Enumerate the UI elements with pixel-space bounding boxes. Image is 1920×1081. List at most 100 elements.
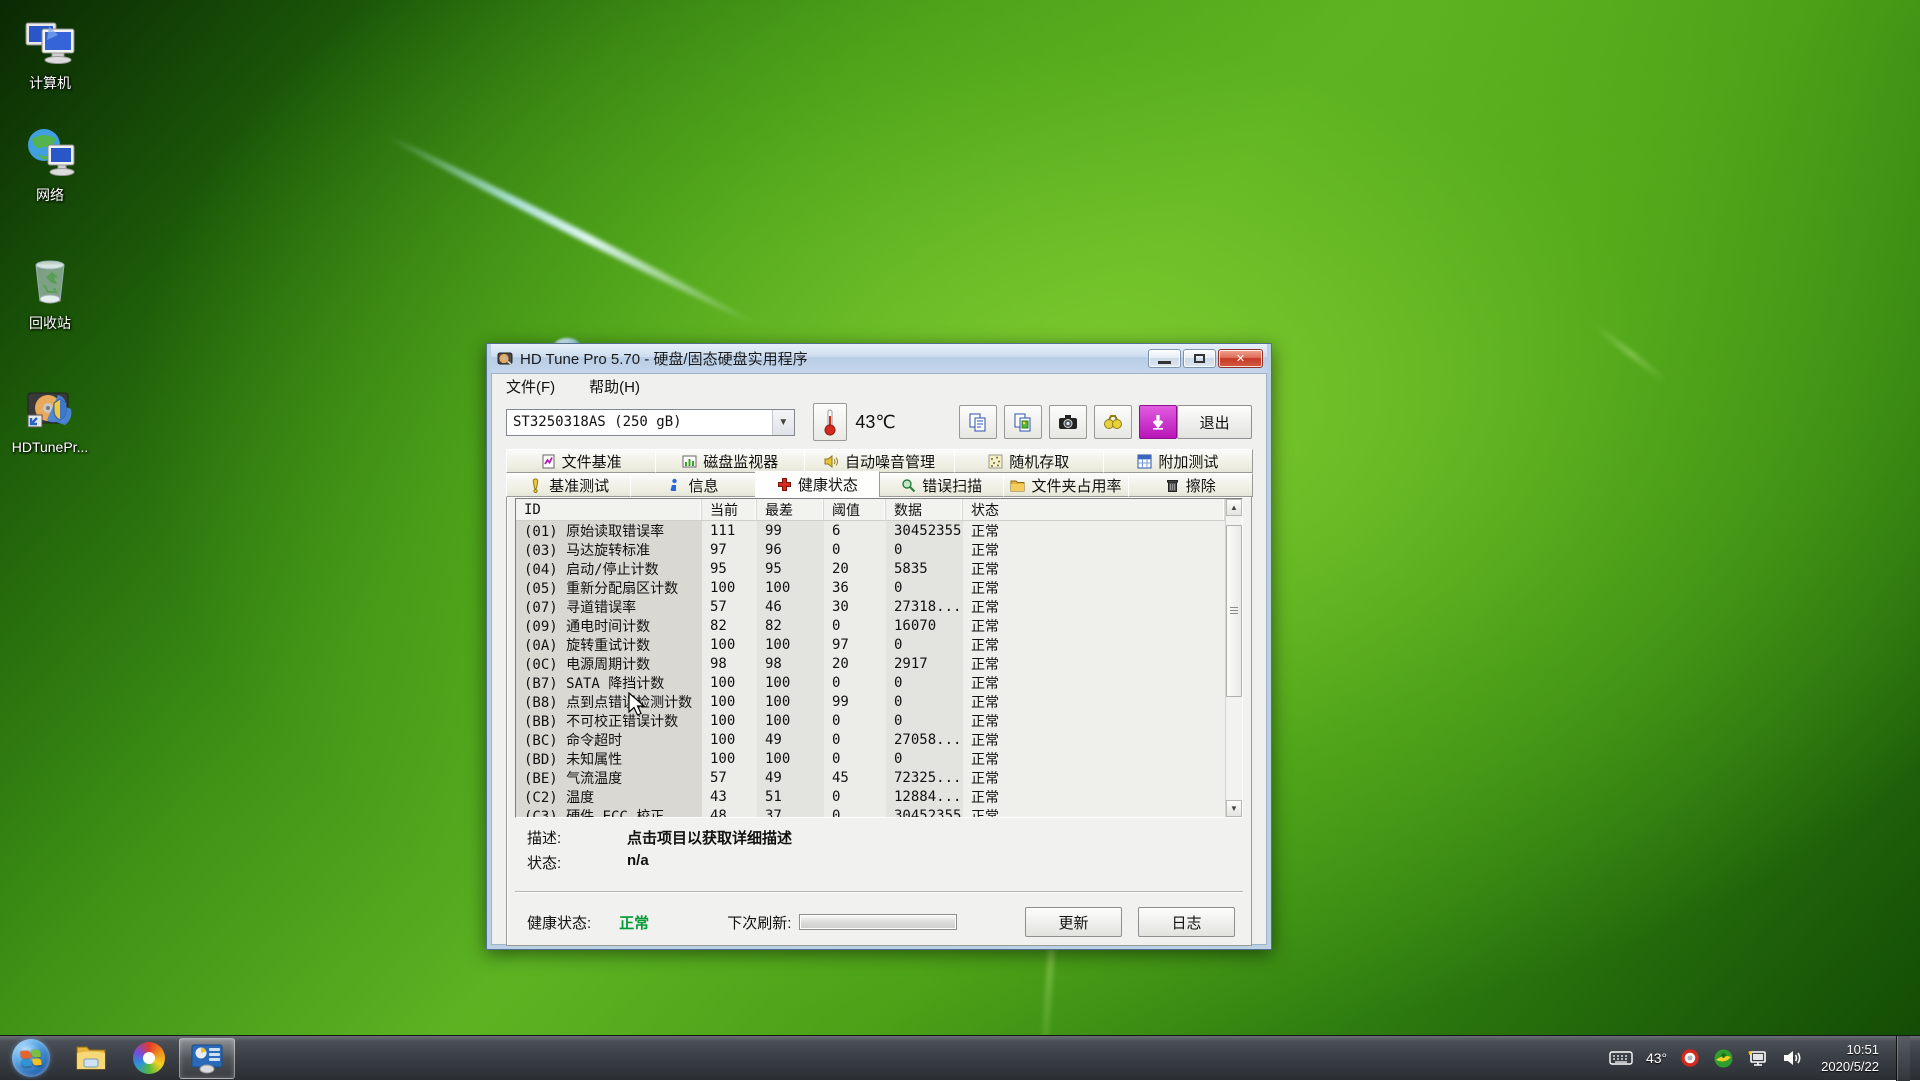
table-row[interactable]: (BD) 未知属性10010000正常: [516, 749, 1225, 768]
tray-volume-icon[interactable]: [1782, 1048, 1804, 1068]
toolbar: ST3250318AS (250 gB) ▼ 43℃: [492, 399, 1266, 449]
tab-file-benchmark[interactable]: 文件基准: [506, 449, 656, 473]
clock-time: 10:51: [1821, 1041, 1879, 1058]
tray-temperature[interactable]: 43°: [1646, 1050, 1667, 1066]
tab-random-access[interactable]: 随机存取: [954, 449, 1104, 473]
column-header-threshold[interactable]: 阈值: [824, 499, 886, 520]
table-cell: (05) 重新分配扇区计数: [516, 578, 702, 597]
taskbar-item-browser[interactable]: [121, 1038, 177, 1079]
log-button[interactable]: 日志: [1138, 907, 1235, 937]
desktop-icon-hdtune[interactable]: HDTunePr...: [2, 378, 98, 455]
column-header-worst[interactable]: 最差: [757, 499, 824, 520]
desktop-icon-network[interactable]: 网络: [2, 124, 98, 205]
table-row[interactable]: (B7) SATA 降挡计数10010000正常: [516, 673, 1225, 692]
table-row[interactable]: (05) 重新分配扇区计数100100360正常: [516, 578, 1225, 597]
table-row[interactable]: (B8) 点到点错误检测计数100100990正常: [516, 692, 1225, 711]
minimize-button[interactable]: [1148, 349, 1181, 368]
hdtune-app-icon: [21, 378, 79, 436]
table-row[interactable]: (04) 启动/停止计数9595205835正常: [516, 559, 1225, 578]
copy-image-button[interactable]: [1004, 405, 1042, 439]
column-header-data[interactable]: 数据: [886, 499, 963, 520]
scrollbar-track[interactable]: [1226, 516, 1242, 800]
screenshot-button[interactable]: [1049, 405, 1087, 439]
scrollbar-thumb[interactable]: [1226, 525, 1242, 697]
table-row[interactable]: (C3) 硬件 ECC 校正4837030452355正常: [516, 806, 1225, 817]
column-header-status[interactable]: 状态: [963, 499, 1225, 520]
table-cell: 43: [702, 787, 757, 806]
table-row[interactable]: (01) 原始读取错误率11199630452355正常: [516, 521, 1225, 540]
table-cell: 36: [824, 578, 886, 597]
table-row[interactable]: (07) 寻道错误率57463027318...正常: [516, 597, 1225, 616]
table-cell: (BE) 气流温度: [516, 768, 702, 787]
drive-select[interactable]: ST3250318AS (250 gB) ▼: [506, 409, 795, 436]
column-header-current[interactable]: 当前: [702, 499, 757, 520]
input-method-keyboard-icon[interactable]: [1609, 1050, 1633, 1066]
table-cell: 100: [757, 673, 824, 692]
table-cell: 0: [824, 711, 886, 730]
table-row[interactable]: (0A) 旋转重试计数100100970正常: [516, 635, 1225, 654]
clock[interactable]: 10:51 2020/5/22: [1817, 1041, 1883, 1075]
tab-health-active[interactable]: 健康状态: [755, 471, 880, 497]
show-desktop-button[interactable]: [1896, 1036, 1910, 1081]
copy-text-button[interactable]: [959, 405, 997, 439]
tab-label: 自动噪音管理: [845, 451, 935, 472]
vertical-scrollbar[interactable]: ▲ ▼: [1225, 499, 1242, 817]
disk-monitor-icon: [682, 454, 697, 469]
column-header-id[interactable]: ID: [516, 499, 702, 520]
tray-antivirus-icon[interactable]: [1713, 1048, 1734, 1069]
table-cell: 97: [824, 635, 886, 654]
log-button-label: 日志: [1171, 912, 1201, 933]
table-cell: 100: [702, 635, 757, 654]
table-cell: 0: [824, 806, 886, 817]
desktop-icon-computer[interactable]: 计算机: [2, 12, 98, 93]
start-button[interactable]: [0, 1036, 62, 1081]
tab-info[interactable]: 信息: [630, 473, 755, 497]
tab-aam[interactable]: 自动噪音管理: [804, 449, 954, 473]
scrollbar-up-arrow[interactable]: ▲: [1226, 499, 1242, 516]
title-bar[interactable]: HD Tune Pro 5.70 - 硬盘/固态硬盘实用程序 ✕: [491, 344, 1267, 373]
scrollbar-down-arrow[interactable]: ▼: [1226, 800, 1242, 817]
health-cross-icon: [777, 477, 792, 492]
wallpaper-grass-stem-2: [1593, 323, 1668, 383]
table-row[interactable]: (BC) 命令超时10049027058...正常: [516, 730, 1225, 749]
tab-error-scan[interactable]: 错误扫描: [879, 473, 1004, 497]
table-row[interactable]: (0C) 电源周期计数9898202917正常: [516, 654, 1225, 673]
tab-extra-tests[interactable]: 附加测试: [1103, 449, 1253, 473]
table-cell: 5835: [886, 559, 963, 578]
toolbar-buttons: [959, 405, 1177, 439]
close-button[interactable]: ✕: [1218, 349, 1263, 368]
tab-disk-monitor[interactable]: 磁盘监视器: [655, 449, 805, 473]
tab-folder-usage[interactable]: 文件夹占用率: [1003, 473, 1128, 497]
desktop-icon-recycle-bin[interactable]: 回收站: [2, 252, 98, 333]
temperature-button[interactable]: [813, 403, 848, 441]
menu-file[interactable]: 文件(F): [502, 374, 559, 399]
table-cell: 0: [824, 673, 886, 692]
tab-control: 文件基准 磁盘监视器 自动噪音管理: [506, 449, 1252, 497]
table-row[interactable]: (BB) 不可校正错误计数10010000正常: [516, 711, 1225, 730]
table-cell: 96: [757, 540, 824, 559]
tab-label: 基准测试: [549, 475, 609, 496]
table-cell: (BD) 未知属性: [516, 749, 702, 768]
table-cell: (B7) SATA 降挡计数: [516, 673, 702, 692]
menu-help[interactable]: 帮助(H): [585, 374, 644, 399]
taskbar-item-explorer[interactable]: [63, 1038, 119, 1079]
tray-network-icon[interactable]: [1747, 1048, 1769, 1068]
taskbar-item-active-app[interactable]: [179, 1038, 235, 1079]
tray-record-ring-icon[interactable]: [1680, 1048, 1700, 1068]
tab-erase[interactable]: 擦除: [1128, 473, 1253, 497]
table-row[interactable]: (C2) 温度4351012884...正常: [516, 787, 1225, 806]
update-check-button[interactable]: [1139, 405, 1177, 439]
table-cell: (09) 通电时间计数: [516, 616, 702, 635]
table-row[interactable]: (BE) 气流温度57494572325...正常: [516, 768, 1225, 787]
table-row[interactable]: (09) 通电时间计数8282016070正常: [516, 616, 1225, 635]
options-button[interactable]: [1094, 405, 1132, 439]
table-cell: 100: [757, 692, 824, 711]
update-button[interactable]: 更新: [1025, 907, 1122, 937]
table-row[interactable]: (03) 马达旋转标准979600正常: [516, 540, 1225, 559]
health-status-value: 正常: [619, 912, 649, 933]
table-cell: 0: [886, 711, 963, 730]
table-cell: 0: [824, 787, 886, 806]
tab-benchmark[interactable]: 基准测试: [506, 473, 631, 497]
maximize-button[interactable]: [1183, 349, 1216, 368]
exit-button[interactable]: 退出: [1177, 405, 1252, 439]
